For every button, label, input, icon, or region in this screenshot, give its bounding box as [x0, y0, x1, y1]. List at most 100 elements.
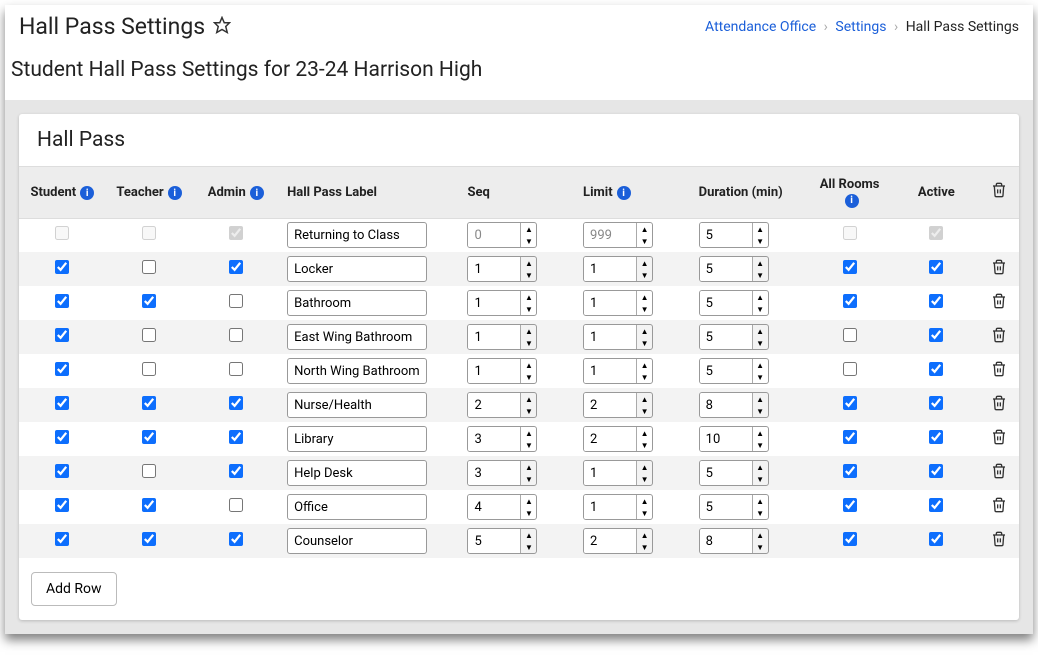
- info-icon[interactable]: i: [168, 186, 182, 200]
- step-down-icon[interactable]: ▼: [521, 371, 536, 383]
- step-down-icon[interactable]: ▼: [637, 235, 652, 247]
- step-up-icon[interactable]: ▲: [521, 223, 536, 235]
- breadcrumb-attendance-office[interactable]: Attendance Office: [705, 19, 816, 35]
- stepper-input[interactable]: [584, 495, 636, 519]
- step-up-icon[interactable]: ▲: [753, 461, 768, 473]
- step-up-icon[interactable]: ▲: [637, 291, 652, 303]
- step-up-icon[interactable]: ▲: [637, 257, 652, 269]
- step-up-icon[interactable]: ▲: [753, 291, 768, 303]
- number-stepper[interactable]: ▲▼: [583, 460, 653, 486]
- label-input[interactable]: [287, 528, 427, 554]
- label-input[interactable]: [287, 426, 427, 452]
- add-row-button[interactable]: Add Row: [31, 572, 117, 606]
- step-up-icon[interactable]: ▲: [521, 529, 536, 541]
- number-stepper[interactable]: ▲▼: [699, 358, 769, 384]
- number-stepper[interactable]: ▲▼: [699, 426, 769, 452]
- stepper-input[interactable]: [468, 529, 520, 553]
- number-stepper[interactable]: ▲▼: [583, 392, 653, 418]
- stepper-input[interactable]: [468, 461, 520, 485]
- step-up-icon[interactable]: ▲: [753, 393, 768, 405]
- allrooms-checkbox[interactable]: [843, 260, 857, 274]
- admin-checkbox[interactable]: [229, 532, 243, 546]
- step-down-icon[interactable]: ▼: [637, 541, 652, 553]
- step-down-icon[interactable]: ▼: [521, 541, 536, 553]
- student-checkbox[interactable]: [55, 260, 69, 274]
- label-input[interactable]: [287, 256, 427, 282]
- number-stepper[interactable]: ▲▼: [467, 358, 537, 384]
- label-input[interactable]: [287, 460, 427, 486]
- stepper-input[interactable]: [700, 529, 752, 553]
- favorite-star-icon[interactable]: [213, 16, 231, 38]
- number-stepper[interactable]: ▲▼: [467, 528, 537, 554]
- admin-checkbox[interactable]: [229, 498, 243, 512]
- step-up-icon[interactable]: ▲: [521, 461, 536, 473]
- teacher-checkbox[interactable]: [142, 464, 156, 478]
- label-input[interactable]: [287, 222, 427, 248]
- admin-checkbox[interactable]: [229, 430, 243, 444]
- step-up-icon[interactable]: ▲: [753, 223, 768, 235]
- active-checkbox[interactable]: [929, 430, 943, 444]
- active-checkbox[interactable]: [929, 498, 943, 512]
- allrooms-checkbox[interactable]: [843, 498, 857, 512]
- stepper-input[interactable]: [584, 427, 636, 451]
- step-up-icon[interactable]: ▲: [753, 359, 768, 371]
- stepper-input[interactable]: [700, 393, 752, 417]
- info-icon[interactable]: i: [80, 186, 94, 200]
- info-icon[interactable]: i: [250, 186, 264, 200]
- admin-checkbox[interactable]: [229, 396, 243, 410]
- label-input[interactable]: [287, 358, 427, 384]
- step-up-icon[interactable]: ▲: [637, 325, 652, 337]
- number-stepper[interactable]: ▲▼: [699, 494, 769, 520]
- step-up-icon[interactable]: ▲: [637, 495, 652, 507]
- step-down-icon[interactable]: ▼: [637, 507, 652, 519]
- student-checkbox[interactable]: [55, 328, 69, 342]
- stepper-input[interactable]: [468, 359, 520, 383]
- step-down-icon[interactable]: ▼: [753, 337, 768, 349]
- step-down-icon[interactable]: ▼: [753, 541, 768, 553]
- stepper-input[interactable]: [468, 495, 520, 519]
- step-down-icon[interactable]: ▼: [753, 507, 768, 519]
- step-down-icon[interactable]: ▼: [753, 235, 768, 247]
- number-stepper[interactable]: ▲▼: [699, 324, 769, 350]
- teacher-checkbox[interactable]: [142, 498, 156, 512]
- number-stepper[interactable]: ▲▼: [583, 358, 653, 384]
- student-checkbox[interactable]: [55, 498, 69, 512]
- step-down-icon[interactable]: ▼: [753, 371, 768, 383]
- admin-checkbox[interactable]: [229, 464, 243, 478]
- delete-row-button[interactable]: [991, 259, 1007, 275]
- number-stepper[interactable]: ▲▼: [467, 222, 537, 248]
- admin-checkbox[interactable]: [229, 260, 243, 274]
- step-up-icon[interactable]: ▲: [753, 325, 768, 337]
- stepper-input[interactable]: [584, 291, 636, 315]
- step-down-icon[interactable]: ▼: [521, 473, 536, 485]
- active-checkbox[interactable]: [929, 294, 943, 308]
- allrooms-checkbox[interactable]: [843, 430, 857, 444]
- student-checkbox[interactable]: [55, 430, 69, 444]
- stepper-input[interactable]: [700, 427, 752, 451]
- step-up-icon[interactable]: ▲: [521, 427, 536, 439]
- step-down-icon[interactable]: ▼: [521, 507, 536, 519]
- stepper-input[interactable]: [584, 461, 636, 485]
- stepper-input[interactable]: [584, 393, 636, 417]
- number-stepper[interactable]: ▲▼: [583, 222, 653, 248]
- number-stepper[interactable]: ▲▼: [583, 256, 653, 282]
- stepper-input[interactable]: [584, 257, 636, 281]
- step-up-icon[interactable]: ▲: [637, 359, 652, 371]
- step-down-icon[interactable]: ▼: [521, 269, 536, 281]
- number-stepper[interactable]: ▲▼: [467, 426, 537, 452]
- student-checkbox[interactable]: [55, 362, 69, 376]
- step-up-icon[interactable]: ▲: [637, 461, 652, 473]
- number-stepper[interactable]: ▲▼: [583, 290, 653, 316]
- student-checkbox[interactable]: [55, 464, 69, 478]
- stepper-input[interactable]: [584, 529, 636, 553]
- step-down-icon[interactable]: ▼: [637, 303, 652, 315]
- step-up-icon[interactable]: ▲: [637, 529, 652, 541]
- step-down-icon[interactable]: ▼: [637, 405, 652, 417]
- step-down-icon[interactable]: ▼: [753, 473, 768, 485]
- number-stepper[interactable]: ▲▼: [467, 256, 537, 282]
- step-up-icon[interactable]: ▲: [521, 325, 536, 337]
- admin-checkbox[interactable]: [229, 294, 243, 308]
- student-checkbox[interactable]: [55, 294, 69, 308]
- number-stepper[interactable]: ▲▼: [699, 222, 769, 248]
- info-icon[interactable]: i: [845, 194, 859, 208]
